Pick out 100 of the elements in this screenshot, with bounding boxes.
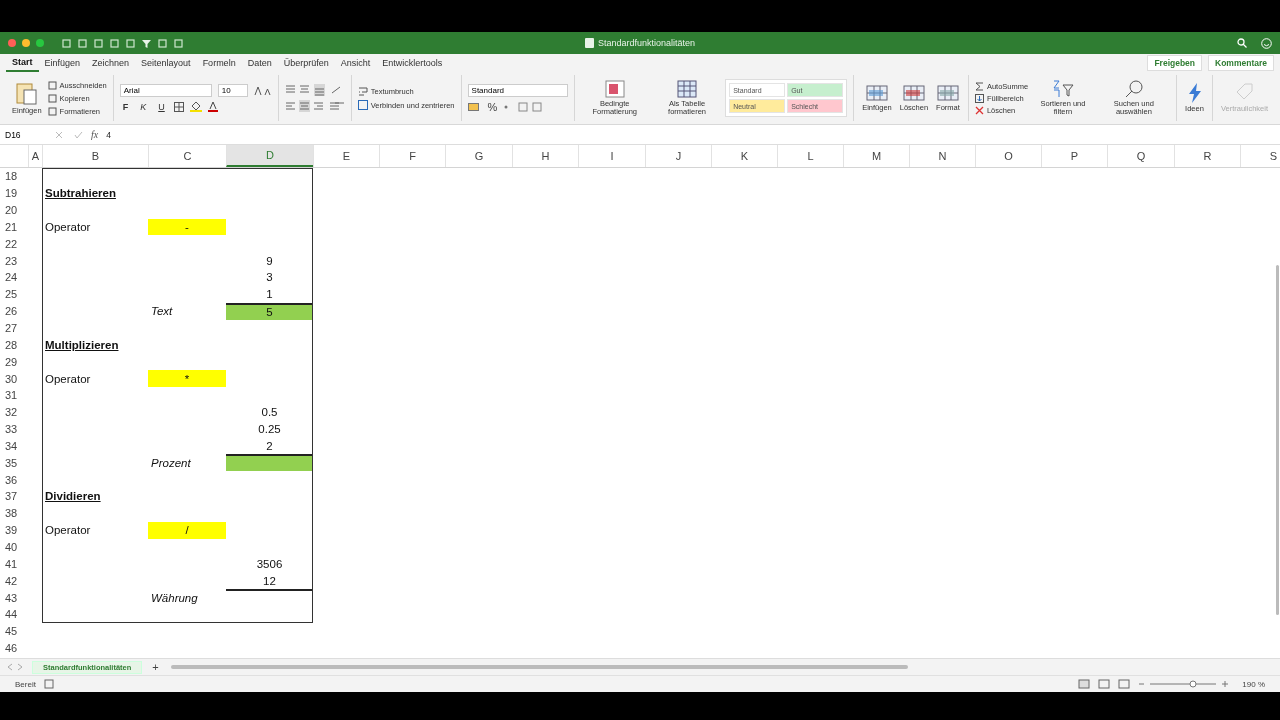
ribbon-tab[interactable]: Daten: [241, 54, 278, 72]
zoom-level[interactable]: 190 %: [1242, 679, 1265, 689]
row-number[interactable]: 42: [0, 572, 28, 590]
row-number[interactable]: 43: [0, 589, 28, 606]
table-cell-text: Operator: [44, 371, 92, 387]
function-label[interactable]: fx: [91, 129, 99, 140]
row-number[interactable]: 19: [0, 184, 28, 202]
row-number[interactable]: 23: [0, 252, 28, 270]
cancel-icon: [55, 130, 85, 139]
scrollbar[interactable]: [1276, 265, 1279, 615]
formula-field[interactable]: 4: [106, 129, 111, 140]
row-number[interactable]: 40: [0, 538, 28, 556]
row-number[interactable]: 33: [0, 420, 28, 438]
row-number[interactable]: 46: [0, 639, 28, 657]
row-number[interactable]: 38: [0, 504, 28, 522]
column-header[interactable]: A: [28, 145, 42, 167]
ribbon-tab[interactable]: Seitenlayout: [135, 54, 197, 72]
row-number[interactable]: 36: [0, 471, 28, 489]
row-number[interactable]: 35: [0, 454, 28, 472]
number-format-dropdown[interactable]: Standard: [467, 83, 568, 97]
italic-button[interactable]: K: [137, 101, 150, 112]
align-left-icon: [284, 100, 345, 112]
column-header[interactable]: G: [445, 145, 512, 167]
name-box[interactable]: D16: [0, 128, 55, 141]
row-number[interactable]: 18: [0, 168, 28, 185]
underline-button[interactable]: U: [155, 101, 168, 112]
table-cell-text: 2: [265, 438, 274, 454]
row-number[interactable]: 21: [0, 218, 28, 236]
scrollbar[interactable]: [170, 665, 908, 669]
column-header[interactable]: I: [578, 145, 645, 167]
merge-icon: [357, 100, 368, 110]
ribbon-tab[interactable]: Ansicht: [334, 54, 377, 72]
comments-button[interactable]: Kommentare: [1208, 55, 1274, 71]
font-size-dropdown[interactable]: 10: [217, 84, 248, 97]
row-number[interactable]: 20: [0, 201, 28, 219]
column-header[interactable]: H: [512, 145, 578, 167]
cells-icon: [902, 84, 925, 103]
table-cell: /: [148, 521, 226, 539]
column-header[interactable]: S: [1240, 145, 1280, 167]
column-header[interactable]: O: [975, 145, 1041, 167]
column-header[interactable]: P: [1041, 145, 1107, 167]
font-dropdown[interactable]: Arial: [119, 84, 212, 97]
zoom-slider-icon: [1138, 679, 1229, 689]
row-number[interactable]: 34: [0, 437, 28, 455]
table-cell: -: [148, 218, 226, 236]
table-cell-text: 3506: [255, 556, 284, 572]
column-header[interactable]: J: [645, 145, 711, 167]
row-number[interactable]: 41: [0, 555, 28, 573]
column-header[interactable]: R: [1174, 145, 1240, 167]
workbook-icon: [584, 38, 594, 48]
add-sheet-button[interactable]: +: [148, 661, 163, 673]
row-number[interactable]: 39: [0, 521, 28, 539]
column-header[interactable]: M: [843, 145, 909, 167]
table-cell-text: Multiplizieren: [44, 337, 120, 353]
sort-filter-icon: [1051, 80, 1074, 99]
bold-button[interactable]: F: [119, 101, 132, 112]
table-cell-text: 0.5: [260, 405, 279, 421]
currency-icon: [467, 101, 482, 112]
column-header[interactable]: L: [777, 145, 843, 167]
filter-icon: [142, 38, 151, 48]
column-header[interactable]: B: [42, 145, 148, 167]
share-button[interactable]: Freigeben: [1147, 55, 1203, 71]
row-number[interactable]: 26: [0, 302, 28, 320]
row-number[interactable]: 30: [0, 370, 28, 387]
smiley-icon: [1261, 37, 1272, 49]
column-header[interactable]: E: [313, 145, 379, 167]
ribbon-tab[interactable]: Entwicklertools: [376, 54, 449, 72]
row-number[interactable]: 31: [0, 386, 28, 404]
column-header[interactable]: K: [711, 145, 777, 167]
table-icon: [677, 80, 697, 99]
row-number[interactable]: 32: [0, 403, 28, 421]
row-number[interactable]: 45: [0, 622, 28, 640]
table-cell-text: 9: [265, 253, 274, 269]
row-number[interactable]: 27: [0, 319, 28, 337]
window-title: Standardfunktionalitäten: [597, 38, 696, 48]
table-cell-text: Subtrahieren: [44, 186, 117, 202]
ribbon-tab[interactable]: Einfügen: [38, 54, 87, 72]
row-number[interactable]: 44: [0, 605, 28, 623]
row-number[interactable]: 29: [0, 353, 28, 371]
row-number[interactable]: 37: [0, 488, 28, 505]
row-number[interactable]: 25: [0, 285, 28, 303]
fill-down-icon: [974, 93, 984, 103]
ribbon-tab[interactable]: Formeln: [196, 54, 242, 72]
ribbon-tab[interactable]: Zeichnen: [86, 54, 136, 72]
table-cell-text: 12: [262, 573, 277, 589]
row-number[interactable]: 24: [0, 269, 28, 286]
row-number[interactable]: 28: [0, 336, 28, 354]
column-header[interactable]: Q: [1107, 145, 1174, 167]
percent-button[interactable]: %: [487, 100, 498, 113]
table-cell: 5: [226, 302, 313, 320]
wrap-icon: [357, 86, 368, 96]
search-icon: [1237, 38, 1247, 48]
column-header[interactable]: F: [379, 145, 445, 167]
cross-icon: [974, 105, 984, 115]
search-icon: [1123, 80, 1144, 99]
column-header[interactable]: D: [226, 145, 313, 167]
column-header[interactable]: N: [909, 145, 975, 167]
ribbon-tab[interactable]: Überprüfen: [277, 54, 335, 72]
row-number[interactable]: 22: [0, 235, 28, 253]
cells-icon: [865, 84, 888, 103]
